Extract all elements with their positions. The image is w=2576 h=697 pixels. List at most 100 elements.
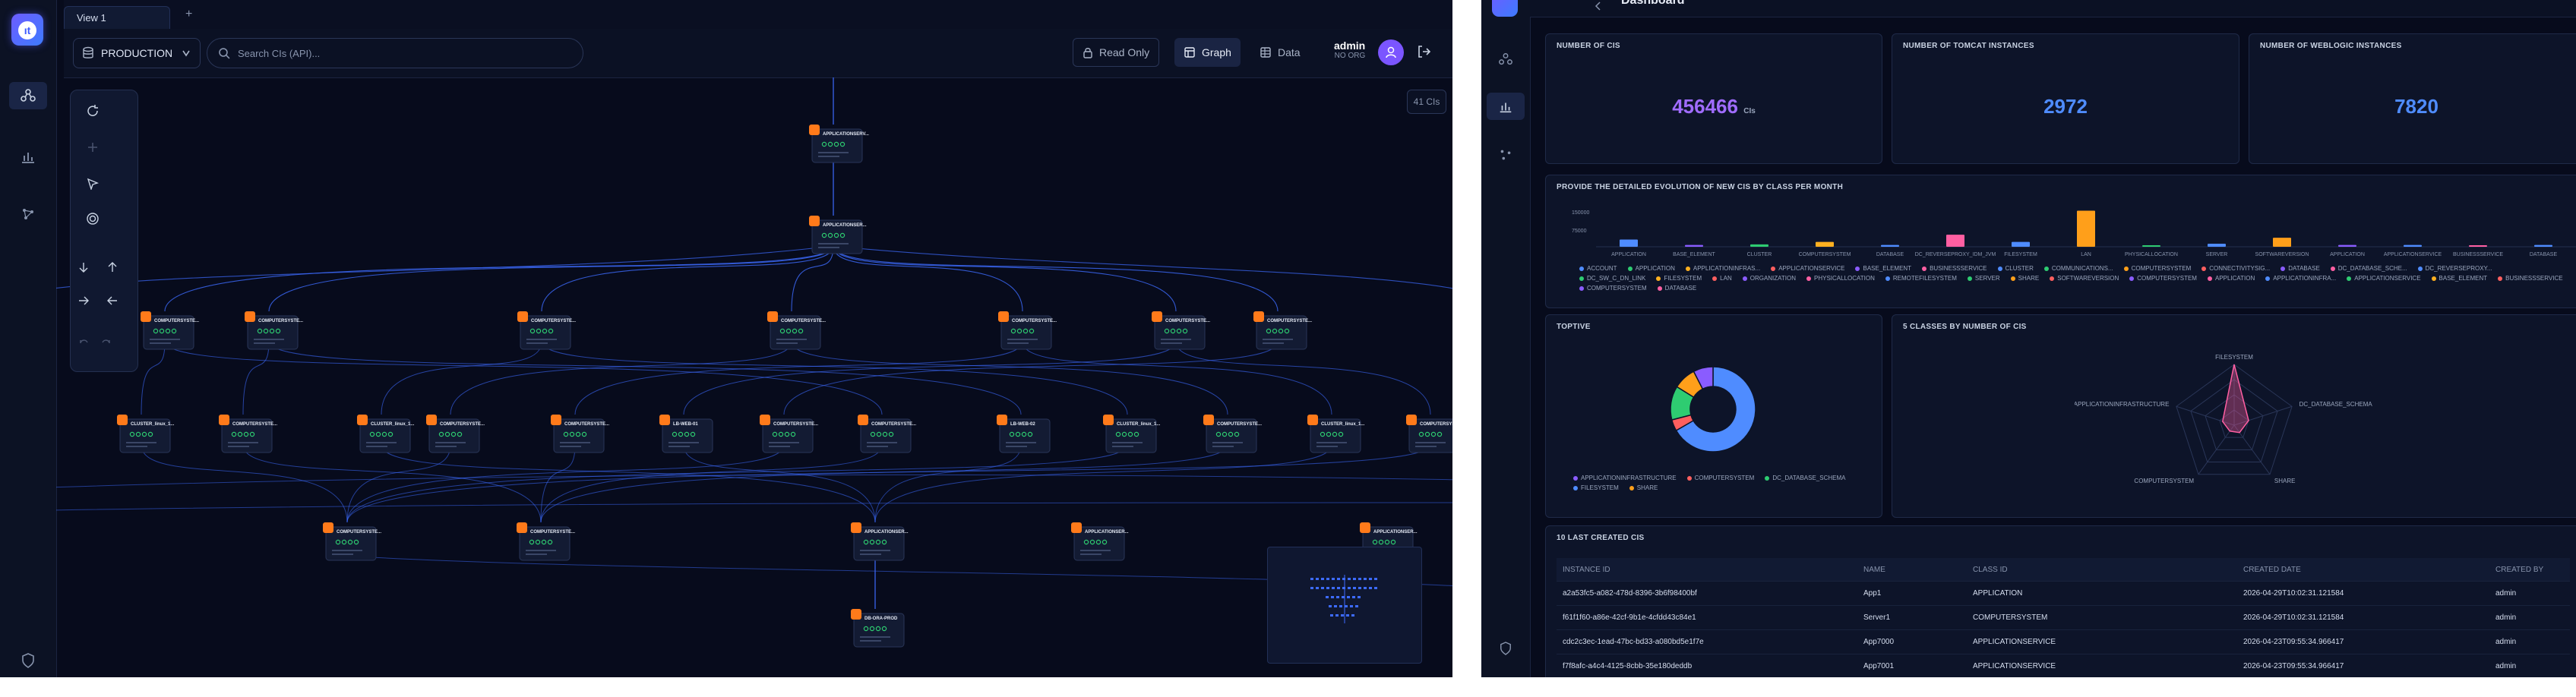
nav-graph-button[interactable] (9, 82, 47, 109)
redo-button[interactable] (95, 330, 118, 353)
legend-item[interactable]: COMPUTERSYSTEM (2129, 275, 2197, 282)
legend-item[interactable]: SERVER (1967, 275, 2000, 282)
ci-node[interactable]: COMPUTERSYSTE... (1253, 311, 1312, 350)
legend-item[interactable]: DATABASE (2280, 265, 2320, 272)
ci-node[interactable]: COMPUTERSYSTE... (760, 415, 818, 453)
nav-dashboard-button[interactable] (1487, 93, 1525, 120)
ci-node[interactable]: COMPUTERSYSTE... (517, 311, 576, 350)
ci-node[interactable]: LB-WEB-01 (659, 415, 713, 453)
layout-up-button[interactable] (101, 256, 124, 279)
ci-search[interactable] (207, 38, 583, 68)
nav-explore-button[interactable] (1487, 141, 1525, 169)
ci-node[interactable]: COMPUTERSYSTE... (245, 311, 303, 350)
radar-series[interactable] (2221, 364, 2249, 434)
column-header[interactable]: CLASS ID (1967, 558, 2237, 582)
ci-node[interactable]: LB-WEB-02 (997, 415, 1051, 453)
bar[interactable] (2077, 210, 2095, 247)
bar[interactable] (2469, 245, 2487, 247)
select-tool-button[interactable] (81, 172, 104, 195)
legend-item[interactable]: APPLICATIONINFRAS... (1685, 265, 1760, 272)
nav-security-button[interactable] (9, 647, 47, 674)
ci-node[interactable]: COMPUTERSYSTE... (767, 311, 826, 350)
legend-item[interactable]: SHARE (2010, 275, 2039, 282)
legend-item[interactable]: ACCOUNT (1579, 265, 1617, 272)
column-header[interactable]: INSTANCE ID (1557, 558, 1857, 582)
layout-right-button[interactable] (72, 289, 95, 312)
layout-left-button[interactable] (101, 289, 124, 312)
legend-item[interactable]: COMMUNICATIONS... (2043, 265, 2113, 272)
ci-node[interactable]: COMPUTERSYSTE... (551, 415, 609, 453)
legend-item[interactable]: FILESYSTEM (1656, 275, 1702, 282)
ci-node[interactable]: APPLICATIONSERV... (809, 125, 869, 163)
ci-node[interactable]: APPLICATIONSER... (809, 216, 867, 254)
legend-item[interactable]: APPLICATIONSERVICE (2347, 275, 2421, 282)
bar[interactable] (2338, 244, 2356, 247)
ci-node[interactable]: COMPUTERSYSTE... (323, 522, 381, 561)
bar[interactable] (2534, 244, 2552, 247)
bar[interactable] (1750, 244, 1768, 247)
table-row[interactable]: f7f8afc-a4c4-4125-8cbb-35e180deddb App700… (1557, 654, 2570, 677)
app-logo[interactable]: ıt (11, 14, 43, 46)
legend-item[interactable]: DC_REVERSEPROXY... (2417, 265, 2492, 272)
ci-node[interactable]: COMPUTERSYSTE... (219, 415, 277, 453)
add-node-button[interactable] (81, 136, 104, 159)
ci-node[interactable]: COMPUTERSYSTE... (426, 415, 485, 453)
column-header[interactable]: CREATED BY (2489, 558, 2570, 582)
ci-node[interactable]: COMPUTERSYSTE... (998, 311, 1057, 350)
bar[interactable] (2404, 244, 2422, 247)
ci-node[interactable]: COMPUTERSYSTE... (1152, 311, 1210, 350)
ci-graph-canvas[interactable]: APPLICATIONSERV... APPLICATIONSER... COMPU… (56, 77, 1452, 677)
column-header[interactable]: CREATED DATE (2237, 558, 2489, 582)
ci-node[interactable]: COMPUTERSYSTE... (858, 415, 916, 453)
legend-item[interactable]: BASE_ELEMENT (2431, 275, 2487, 282)
column-header[interactable]: NAME (1857, 558, 1967, 582)
legend-item[interactable]: APPLICATIONINFRA... (2265, 275, 2336, 282)
legend-item[interactable]: SHARE (1629, 484, 1658, 491)
table-row[interactable]: a2a53fc5-a082-478d-8396-3b6f98400bf App1 A… (1557, 581, 2570, 606)
legend-item[interactable]: APPLICATION (1627, 265, 1675, 272)
nav-security-button[interactable] (1487, 635, 1525, 662)
legend-item[interactable]: BUSINESSSERVICE (1922, 265, 1987, 272)
legend-item[interactable]: ORGANIZATION (1742, 275, 1796, 282)
legend-item[interactable]: DATABASE (1657, 285, 1696, 292)
ci-node[interactable]: COMPUTERSYSTE... (1406, 415, 1452, 453)
legend-item[interactable]: REMOTEFILESYSTEM (1885, 275, 1957, 282)
ci-node[interactable]: CLUSTER_linux_1... (1307, 415, 1365, 453)
legend-item[interactable]: APPLICATIONINFRASTRUCTURE (1573, 475, 1677, 481)
legend-item[interactable]: CLUSTER (1997, 265, 2034, 272)
read-only-button[interactable]: Read Only (1073, 38, 1160, 67)
legend-item[interactable]: APPLICATION (2207, 275, 2255, 282)
focus-tool-button[interactable] (81, 207, 104, 230)
bar[interactable] (1881, 244, 1899, 247)
back-icon[interactable] (1594, 2, 1603, 11)
legend-item[interactable]: APPLICATIONSERVICE (1771, 265, 1844, 272)
bar[interactable] (2273, 238, 2291, 247)
ci-node[interactable]: CLUSTER_linux_1... (357, 415, 415, 453)
ci-node[interactable]: APPLICATIONSER... (851, 522, 909, 561)
tab-view-1[interactable]: View 1 (64, 6, 170, 29)
environment-select[interactable]: PRODUCTION (73, 38, 201, 68)
ci-node[interactable]: APPLICATIONSER... (1071, 522, 1129, 561)
avatar[interactable] (1378, 39, 1404, 65)
nav-explore-button[interactable] (9, 200, 47, 228)
bar[interactable] (1620, 239, 1638, 247)
legend-item[interactable]: BASE_ELEMENT (1855, 265, 1911, 272)
bar[interactable] (2012, 241, 2030, 247)
legend-item[interactable]: FILESYSTEM (1573, 484, 1619, 491)
ci-node[interactable]: DB-ORA-PROD (851, 609, 905, 648)
table-row[interactable]: cdc2c3ec-1ead-47bc-bd33-a080bd5e1f7e App7… (1557, 629, 2570, 654)
legend-item[interactable]: COMPUTERSYSTEM (2123, 265, 2191, 272)
bar[interactable] (2142, 245, 2160, 247)
legend-item[interactable]: SOFTWAREVERSION (2050, 275, 2119, 282)
legend-item[interactable]: BUSINESSSERVICE (2498, 275, 2563, 282)
layout-down-button[interactable] (72, 256, 95, 279)
legend-item[interactable]: COMPUTERSYSTEM (1686, 475, 1754, 481)
graph-minimap[interactable] (1267, 547, 1422, 664)
graph-view-button[interactable]: Graph (1174, 38, 1241, 67)
new-tab-button[interactable]: + (185, 8, 192, 21)
legend-item[interactable]: LAN (1712, 275, 1732, 282)
logout-button[interactable] (1416, 44, 1431, 63)
data-view-button[interactable]: Data (1250, 38, 1310, 67)
legend-item[interactable]: COMPUTERSYSTEM (1579, 285, 1647, 292)
legend-item[interactable]: DC_DATABASE_SCHE... (2330, 265, 2407, 272)
